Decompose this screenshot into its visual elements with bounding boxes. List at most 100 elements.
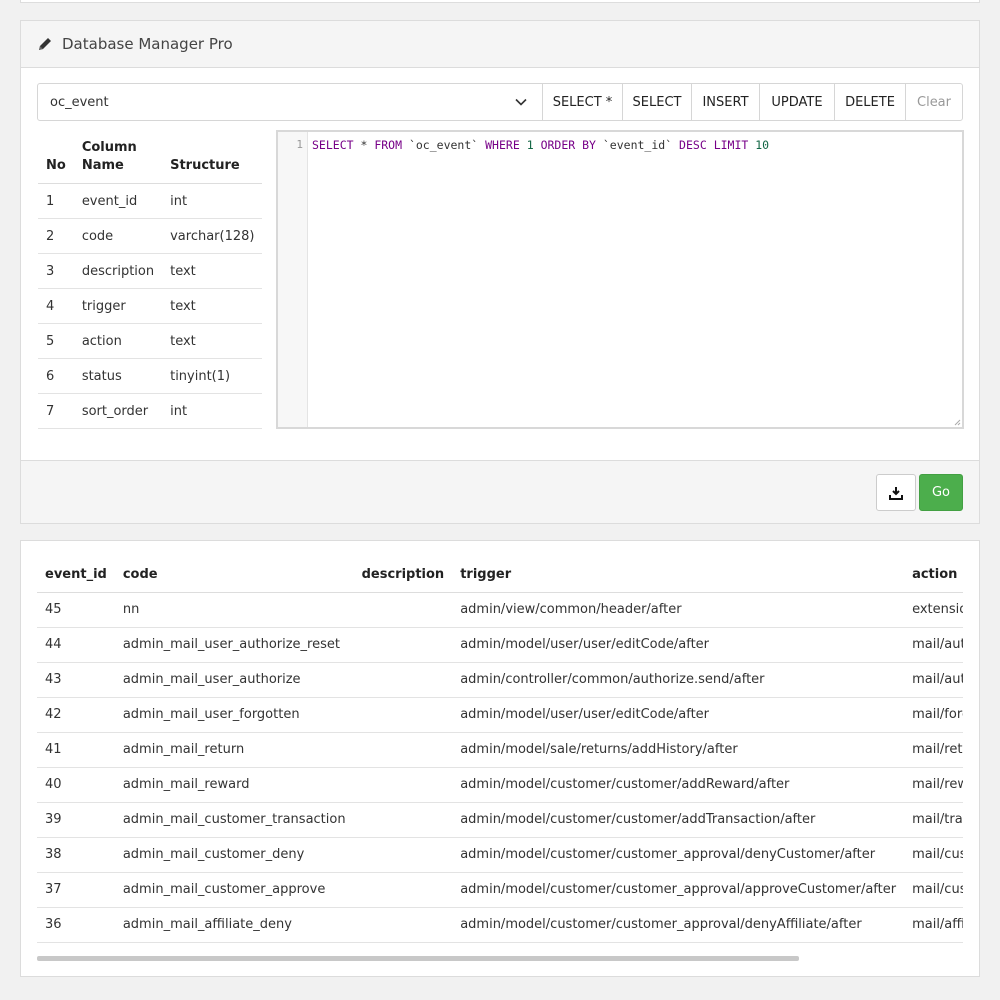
sql-editor[interactable]: 1 SELECT * FROM `oc_event` WHERE 1 ORDER… — [276, 130, 964, 429]
column-header-no: No — [38, 131, 74, 184]
sql-token: * — [353, 138, 375, 152]
result-cell-code: admin_mail_affiliate_deny — [114, 907, 354, 943]
column-cell-structure: tinyint(1) — [162, 358, 263, 394]
resize-handle-icon[interactable] — [953, 418, 961, 426]
column-cell-structure: int — [162, 393, 263, 429]
column-row: 1 event_id int — [38, 183, 263, 219]
insert-button[interactable]: INSERT — [692, 84, 760, 120]
result-cell-event-id: 39 — [37, 802, 115, 838]
table-row[interactable]: 37 admin_mail_customer_approve admin/model… — [37, 872, 963, 908]
result-cell-event-id: 41 — [37, 732, 115, 768]
sql-token: WHERE — [485, 138, 520, 152]
results-scroll-area[interactable]: event_id code description trigger action… — [37, 557, 963, 945]
table-row[interactable]: 41 admin_mail_return admin/model/sale/retu… — [37, 732, 963, 768]
previous-panel-edge — [20, 0, 980, 3]
download-icon — [889, 486, 903, 500]
editor-gutter: 1 — [278, 132, 308, 427]
table-row[interactable]: 36 admin_mail_affiliate_deny admin/model/c… — [37, 907, 963, 943]
horizontal-scrollbar[interactable] — [37, 956, 799, 961]
sql-token: 10 — [755, 138, 770, 152]
column-cell-no: 6 — [38, 358, 74, 394]
column-row: 3 description text — [38, 253, 263, 289]
result-cell-action: extension/nanet/i — [904, 592, 963, 628]
table-row[interactable]: 43 admin_mail_user_authorize admin/control… — [37, 662, 963, 698]
result-cell-code: admin_mail_customer_approve — [114, 872, 354, 908]
table-row[interactable]: 38 admin_mail_customer_deny admin/model/cu… — [37, 837, 963, 873]
result-cell-event-id: 36 — [37, 907, 115, 943]
result-cell-event-id: 38 — [37, 837, 115, 873]
result-cell-code: admin_mail_customer_transaction — [114, 802, 354, 838]
result-cell-event-id: 37 — [37, 872, 115, 908]
result-cell-code: admin_mail_user_authorize — [114, 662, 354, 698]
column-row: 6 status tinyint(1) — [38, 358, 263, 394]
result-cell-code: nn — [114, 592, 354, 628]
result-cell-description — [353, 662, 453, 698]
column-row: 2 code varchar(128) — [38, 218, 263, 254]
result-cell-description — [353, 767, 453, 803]
result-cell-trigger: admin/model/user/user/editCode/after — [452, 627, 905, 663]
result-cell-event-id: 40 — [37, 767, 115, 803]
result-header-action: action — [904, 557, 963, 593]
result-cell-trigger: admin/model/customer/customer_approval/d… — [452, 837, 905, 873]
result-cell-description — [353, 697, 453, 733]
result-cell-action: mail/affiliate.deny — [904, 907, 963, 943]
column-cell-name: sort_order — [73, 393, 163, 429]
panel-heading: Database Manager Pro — [21, 21, 979, 68]
chevron-down-icon — [515, 98, 527, 106]
result-cell-description — [353, 872, 453, 908]
column-cell-structure: text — [162, 288, 263, 324]
sql-token: LIMIT — [713, 138, 749, 152]
column-header-name: Column Name — [73, 131, 163, 184]
table-row[interactable]: 44 admin_mail_user_authorize_reset admin/m… — [37, 627, 963, 663]
panel-title: Database Manager Pro — [62, 35, 233, 53]
table-row[interactable]: 42 admin_mail_user_forgotten admin/model/u… — [37, 697, 963, 733]
sql-code-line[interactable]: SELECT * FROM `oc_event` WHERE 1 ORDER B… — [312, 138, 769, 152]
go-button[interactable]: Go — [919, 474, 963, 511]
result-cell-trigger: admin/view/common/header/after — [452, 592, 905, 628]
column-cell-name: code — [73, 218, 163, 254]
result-cell-description — [353, 627, 453, 663]
result-cell-action: mail/authorize.res — [904, 627, 963, 663]
column-cell-structure: text — [162, 323, 263, 359]
result-cell-description — [353, 907, 453, 943]
table-select-value: oc_event — [50, 94, 109, 110]
result-cell-code: admin_mail_user_authorize_reset — [114, 627, 354, 663]
result-cell-code: admin_mail_customer_deny — [114, 837, 354, 873]
column-cell-no: 4 — [38, 288, 74, 324]
result-cell-trigger: admin/model/customer/customer_approval/d… — [452, 907, 905, 943]
results-table: event_id code description trigger action… — [37, 557, 963, 943]
column-row: 7 sort_order int — [38, 393, 263, 429]
result-cell-action: mail/reward — [904, 767, 963, 803]
column-cell-structure: varchar(128) — [162, 218, 263, 254]
sql-token: 1 — [526, 138, 534, 152]
database-manager-panel: Database Manager Pro oc_event SELECT * S… — [20, 20, 980, 524]
panel-footer: Go — [21, 460, 979, 523]
result-header-code: code — [114, 557, 354, 593]
select-button[interactable]: SELECT — [623, 84, 692, 120]
column-cell-name: action — [73, 323, 163, 359]
result-cell-trigger: admin/model/customer/customer/addTransac… — [452, 802, 905, 838]
column-cell-name: event_id — [73, 183, 163, 219]
result-cell-event-id: 42 — [37, 697, 115, 733]
sql-token: DESC — [679, 138, 707, 152]
table-select[interactable]: oc_event — [38, 84, 543, 120]
result-cell-action: mail/authorize — [904, 662, 963, 698]
pencil-icon — [39, 38, 51, 50]
column-cell-structure: text — [162, 253, 263, 289]
result-cell-trigger: admin/model/customer/customer_approval/a… — [452, 872, 905, 908]
table-row[interactable]: 45 nn admin/view/common/header/after extens… — [37, 592, 963, 628]
clear-button[interactable]: Clear — [906, 84, 962, 120]
download-button[interactable] — [876, 474, 916, 511]
delete-button[interactable]: DELETE — [835, 84, 906, 120]
table-row[interactable]: 40 admin_mail_reward admin/model/customer/… — [37, 767, 963, 803]
table-row[interactable]: 39 admin_mail_customer_transaction admin/m… — [37, 802, 963, 838]
result-cell-event-id: 43 — [37, 662, 115, 698]
result-cell-trigger: admin/model/customer/customer/addReward/… — [452, 767, 905, 803]
update-button[interactable]: UPDATE — [760, 84, 835, 120]
result-cell-event-id: 45 — [37, 592, 115, 628]
result-cell-action: mail/customer.de — [904, 837, 963, 873]
select-all-button[interactable]: SELECT * — [543, 84, 623, 120]
result-cell-action: mail/returns — [904, 732, 963, 768]
